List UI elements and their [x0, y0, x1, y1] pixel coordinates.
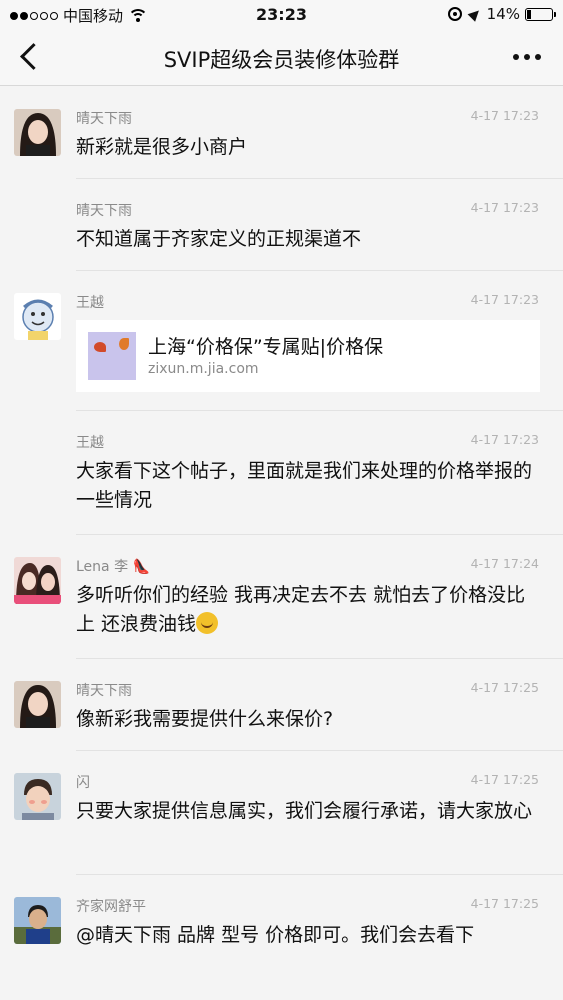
message-item[interactable]: 齐家网舒平 4-17 17:25 @晴天下雨 品牌 型号 价格即可。我们会去看下 — [0, 875, 563, 1000]
message-time: 4-17 17:25 — [470, 896, 539, 911]
chat-title: SVIP超级会员装修体验群 — [163, 48, 400, 72]
avatar[interactable] — [14, 681, 61, 728]
message-text: 不知道属于齐家定义的正规渠道不 — [76, 228, 362, 250]
status-right: ▲ 14% — [447, 4, 556, 24]
sender-name: 晴天下雨 — [76, 111, 132, 127]
battery-icon — [525, 7, 556, 21]
nav-bar: SVIP超级会员装修体验群 — [0, 30, 563, 86]
avatar[interactable] — [14, 293, 61, 340]
battery-fill — [527, 9, 531, 19]
message-text: 像新彩我需要提供什么来保价? — [76, 708, 334, 730]
sender-name: 王越 — [76, 295, 104, 311]
message-text-body: 多听听你们的经验 我再决定去不去 就怕去了价格没比上 还浪费油钱 — [76, 584, 526, 635]
message-item[interactable]: 晴天下雨 4-17 17:23 新彩就是很多小商户 — [0, 87, 563, 179]
link-thumbnail — [88, 332, 136, 380]
message-item[interactable]: 闪 4-17 17:25 只要大家提供信息属实，我们会履行承诺，请大家放心 — [0, 751, 563, 875]
status-bar: 中国移动 23:23 ▲ 14% — [0, 0, 563, 30]
more-options-icon[interactable] — [513, 54, 541, 60]
message-item[interactable]: 晴天下雨 4-17 17:23 不知道属于齐家定义的正规渠道不 — [0, 179, 563, 271]
message-item[interactable]: Lena 李 👠 4-17 17:24 多听听你们的经验 我再决定去不去 就怕去… — [0, 535, 563, 659]
message-time: 4-17 17:25 — [470, 772, 539, 787]
rotation-lock-icon — [447, 7, 462, 21]
laugh-cry-emoji-icon — [196, 612, 219, 634]
message-time: 4-17 17:25 — [470, 680, 539, 695]
message-text: @晴天下雨 品牌 型号 价格即可。我们会去看下 — [76, 924, 475, 946]
sender-name: 闪 — [76, 775, 90, 791]
link-card[interactable]: 上海“价格保”专属贴|价格保 zixun.m.jia.com — [76, 320, 540, 392]
battery-percent: 14% — [486, 5, 520, 23]
message-text: 只要大家提供信息属实，我们会履行承诺，请大家放心 — [76, 800, 533, 822]
avatar[interactable] — [14, 557, 61, 604]
message-text: 新彩就是很多小商户 — [76, 136, 248, 158]
message-time: 4-17 17:23 — [470, 108, 539, 123]
location-arrow-icon: ▲ — [465, 4, 485, 24]
message-text: 多听听你们的经验 我再决定去不去 就怕去了价格没比上 还浪费油钱 — [76, 581, 536, 639]
sender-name: Lena 李 👠 — [76, 559, 150, 575]
sender-name: 王越 — [76, 435, 104, 451]
message-time: 4-17 17:23 — [470, 292, 539, 307]
avatar[interactable] — [14, 773, 61, 820]
message-time: 4-17 17:24 — [470, 556, 539, 571]
message-item[interactable]: 晴天下雨 4-17 17:25 像新彩我需要提供什么来保价? — [0, 659, 563, 751]
link-url: zixun.m.jia.com — [148, 361, 259, 377]
link-title: 上海“价格保”专属贴|价格保 — [148, 336, 384, 358]
avatar[interactable] — [14, 109, 61, 156]
message-text: 大家看下这个帖子，里面就是我们来处理的价格举报的一些情况 — [76, 460, 533, 511]
sender-name: 晴天下雨 — [76, 203, 132, 219]
message-item[interactable]: 王越 4-17 17:23 大家看下这个帖子，里面就是我们来处理的价格举报的一些… — [0, 411, 563, 535]
message-time: 4-17 17:23 — [470, 432, 539, 447]
sender-name: 晴天下雨 — [76, 683, 132, 699]
avatar[interactable] — [14, 897, 61, 944]
message-time: 4-17 17:23 — [470, 200, 539, 215]
sender-name: 齐家网舒平 — [76, 899, 146, 915]
